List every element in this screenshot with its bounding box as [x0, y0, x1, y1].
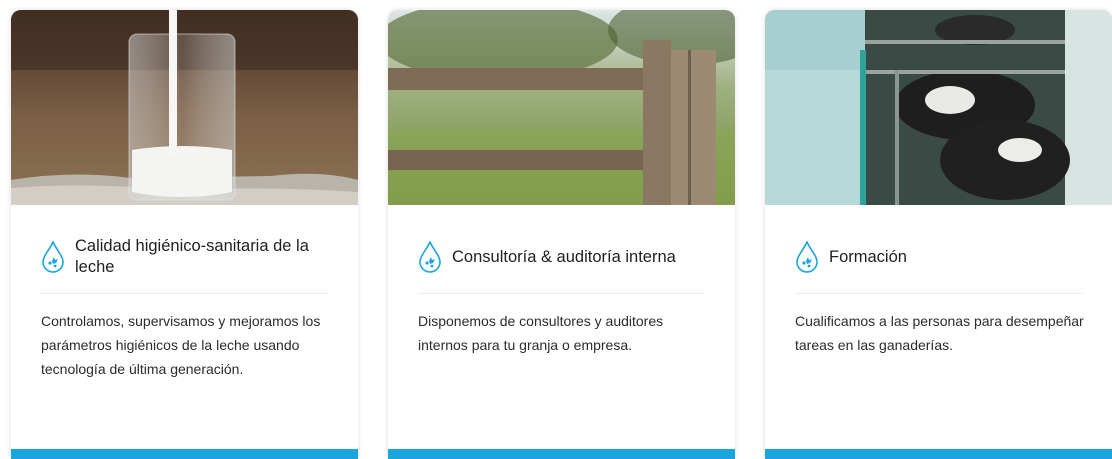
water-drop-icon: [419, 241, 441, 273]
divider: [795, 293, 1082, 294]
divider: [418, 293, 705, 294]
card-header: Calidad higiénico-sanitaria de la leche: [41, 233, 331, 281]
divider: [41, 293, 328, 294]
card-description: Controlamos, supervisamos y mejoramos lo…: [41, 313, 321, 377]
services-cards: Calidad higiénico-sanitaria de la leche …: [0, 0, 1112, 459]
service-card-training[interactable]: Formación Cualificamos a las personas pa…: [765, 10, 1112, 459]
card-title: Calidad higiénico-sanitaria de la leche: [75, 237, 309, 276]
accent-bar: [765, 449, 1112, 459]
accent-bar: [11, 449, 358, 459]
card-title: Consultoría & auditoría interna: [452, 247, 676, 266]
accent-bar: [388, 449, 735, 459]
wooden-fence-photo: [388, 10, 735, 205]
water-drop-icon: [796, 241, 818, 273]
cows-milking-parlor-photo: [765, 10, 1112, 205]
water-drop-icon: [42, 241, 64, 273]
card-header: Consultoría & auditoría interna: [418, 233, 708, 281]
card-description: Disponemos de consultores y auditores in…: [418, 313, 664, 353]
card-header: Formación: [795, 233, 1085, 281]
card-description: Cualificamos a las personas para desempe…: [795, 313, 1084, 353]
card-title: Formación: [829, 247, 907, 266]
milk-glass-photo: [11, 10, 358, 205]
service-card-milk-quality[interactable]: Calidad higiénico-sanitaria de la leche …: [11, 10, 358, 459]
service-card-consulting[interactable]: Consultoría & auditoría interna Disponem…: [388, 10, 735, 459]
